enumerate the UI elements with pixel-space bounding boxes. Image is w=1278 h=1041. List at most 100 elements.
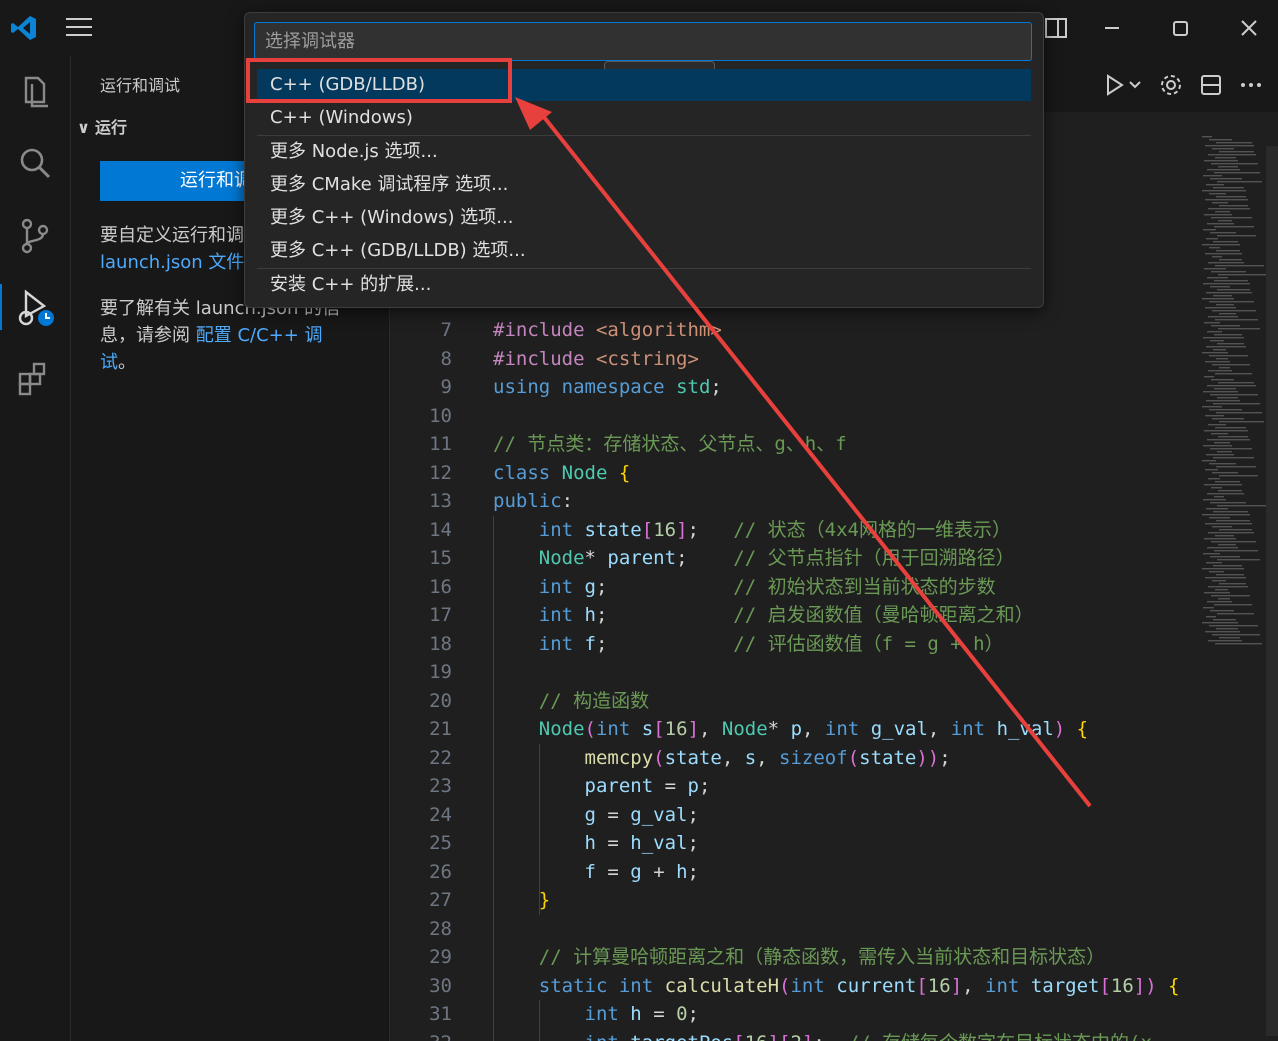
code-text: int h = 0; xyxy=(584,1003,699,1025)
close-icon[interactable] xyxy=(1235,14,1263,42)
configure-cpp-link-cont[interactable]: 试 xyxy=(100,352,118,373)
maximize-icon[interactable] xyxy=(1166,14,1194,42)
run-debug-dropdown-icon[interactable] xyxy=(1102,72,1144,98)
code-line: 7 #include <algorithm> xyxy=(390,316,1190,345)
code-line: 20 // 构造函数 xyxy=(390,687,1190,716)
line-number: 17 xyxy=(429,604,452,626)
code-line: 13 public: xyxy=(390,487,1190,516)
code-line: 26 f = g + h; xyxy=(390,858,1190,887)
code-text: g = g_val; xyxy=(584,803,699,826)
code-line: 23 parent = p; xyxy=(390,772,1190,801)
install-cpp-extension[interactable]: 安装 C++ 的扩展... xyxy=(257,269,1031,301)
learn-more-prefix: 息，请参阅 xyxy=(100,325,190,346)
line-number: 20 xyxy=(429,689,452,712)
search-icon[interactable] xyxy=(12,140,58,186)
more-actions-icon[interactable] xyxy=(1238,72,1264,98)
chevron-down-icon: ∨ xyxy=(77,118,90,137)
code-line: 31 int h = 0; xyxy=(390,1000,1190,1029)
code-line: 21 Node(int s[16], Node* p, int g_val, i… xyxy=(390,715,1190,744)
code-text: int state[16]; // 状态（4x4网格的一维表示） xyxy=(538,518,1011,541)
code-line: 11 // 节点类：存储状态、父节点、g、h、f xyxy=(390,430,1190,459)
line-number: 16 xyxy=(429,575,452,598)
code-text: #include <algorithm> xyxy=(493,319,722,341)
run-debug-tab[interactable] xyxy=(0,284,58,330)
line-number: 7 xyxy=(440,319,452,341)
code-line: 27 } xyxy=(390,886,1190,915)
gear-icon[interactable] xyxy=(1158,72,1184,98)
code-text: int targetPos[16][2]; // 存储每个数字在目标状态中的(x xyxy=(493,1029,1152,1041)
indent-guide xyxy=(539,743,540,915)
line-number: 31 xyxy=(429,1003,452,1025)
code-text: public: xyxy=(493,490,574,512)
line-number: 8 xyxy=(440,347,452,370)
code-text: // 计算曼哈顿距离之和（静态函数，需传入当前状态和目标状态） xyxy=(538,946,1106,968)
code-text: static int calculateH(int current[16], i… xyxy=(538,974,1180,997)
split-editor-icon[interactable] xyxy=(1198,72,1224,98)
code-line: 18 int f; // 评估函数值（f = g + h） xyxy=(390,630,1190,659)
line-number: 13 xyxy=(429,490,452,512)
code-line: 29 // 计算曼哈顿距离之和（静态函数，需传入当前状态和目标状态） xyxy=(390,943,1190,972)
code-area[interactable]: 7 #include <algorithm> 8 #include <cstring>… xyxy=(390,316,1190,1041)
customize-text-line: 要自定义运行和调 xyxy=(100,225,244,246)
sidebar-title: 运行和调试 xyxy=(100,76,181,95)
annotation-highlight-box xyxy=(246,58,512,103)
line-number: 30 xyxy=(429,974,452,997)
line-number: 28 xyxy=(429,917,452,940)
line-number: 32 xyxy=(390,1029,452,1041)
line-number: 18 xyxy=(429,632,452,655)
more-nodejs-options[interactable]: 更多 Node.js 选项... xyxy=(257,136,1031,168)
menu-icon[interactable] xyxy=(66,18,92,38)
line-number: 9 xyxy=(440,376,452,398)
code-text: int f; // 评估函数值（f = g + h） xyxy=(538,632,1004,655)
code-text: f = g + h; xyxy=(584,860,699,883)
explorer-icon[interactable] xyxy=(12,68,58,114)
debugger-search-input[interactable] xyxy=(254,22,1032,61)
line-number: 24 xyxy=(429,803,452,826)
code-line: 12 class Node { xyxy=(390,459,1190,488)
configure-cpp-link[interactable]: 配置 C/C++ 调 xyxy=(196,325,323,346)
more-cmake-options[interactable]: 更多 CMake 调试程序 选项... xyxy=(257,169,1031,201)
code-text: using namespace std; xyxy=(493,376,722,398)
extensions-icon[interactable] xyxy=(12,356,58,402)
debugger-option-windows[interactable]: C++ (Windows) xyxy=(257,102,1031,134)
line-number: 10 xyxy=(429,404,452,427)
code-text: h = h_val; xyxy=(584,832,699,854)
code-text: // 节点类：存储状态、父节点、g、h、f xyxy=(493,433,847,455)
code-line: 9 using namespace std; xyxy=(390,373,1190,402)
indent-guide xyxy=(493,515,494,1041)
launch-json-link[interactable]: launch.json 文件 xyxy=(100,252,244,273)
line-number: 11 xyxy=(429,433,452,455)
code-line: 17 int h; // 启发函数值（曼哈顿距离之和） xyxy=(390,601,1190,630)
code-line: 19 xyxy=(390,658,1190,687)
line-number: 25 xyxy=(429,832,452,854)
run-section-header[interactable]: ∨ 运行 xyxy=(77,114,127,138)
code-text: Node(int s[16], Node* p, int g_val, int … xyxy=(538,718,1089,740)
line-number: 26 xyxy=(429,860,452,883)
learn-more-suffix: 。 xyxy=(118,352,136,373)
code-line: 22 memcpy(state, s, sizeof(state)); xyxy=(390,744,1190,773)
code-line: 25 h = h_val; xyxy=(390,829,1190,858)
layout-toggle-icon[interactable] xyxy=(1042,14,1070,42)
minimap[interactable] xyxy=(1198,136,1268,656)
debugger-quick-pick: 选择调试器 建议 C++ (GDB/LLDB) C++ (Windows) 更多… xyxy=(244,12,1044,308)
code-line: 14 int state[16]; // 状态（4x4网格的一维表示） xyxy=(390,516,1190,545)
code-text: Node* parent; // 父节点指针（用于回溯路径） xyxy=(538,547,1015,569)
code-line: 32 int targetPos[16][2]; // 存储每个数字在目标状态中… xyxy=(390,1029,1190,1041)
code-line: 28 xyxy=(390,915,1190,944)
vscode-logo-icon xyxy=(11,16,36,40)
more-cpp-windows-options[interactable]: 更多 C++ (Windows) 选项... xyxy=(257,202,1031,234)
code-text: int g; // 初始状态到当前状态的步数 xyxy=(538,575,996,598)
code-line: 10 xyxy=(390,402,1190,431)
minimize-icon[interactable] xyxy=(1098,14,1126,42)
section-label: 运行 xyxy=(95,118,128,137)
indent-guide xyxy=(539,1000,540,1041)
code-line: 8 #include <cstring> xyxy=(390,345,1190,374)
source-control-icon[interactable] xyxy=(12,212,58,258)
editor-scrollbar[interactable] xyxy=(1266,146,1278,1036)
line-number: 21 xyxy=(429,718,452,740)
code-text: memcpy(state, s, sizeof(state)); xyxy=(584,746,951,769)
line-number: 23 xyxy=(429,775,452,797)
code-line: 24 g = g_val; xyxy=(390,801,1190,830)
more-cpp-gdb-options[interactable]: 更多 C++ (GDB/LLDB) 选项... xyxy=(257,235,1031,267)
activity-bar xyxy=(0,56,71,1041)
